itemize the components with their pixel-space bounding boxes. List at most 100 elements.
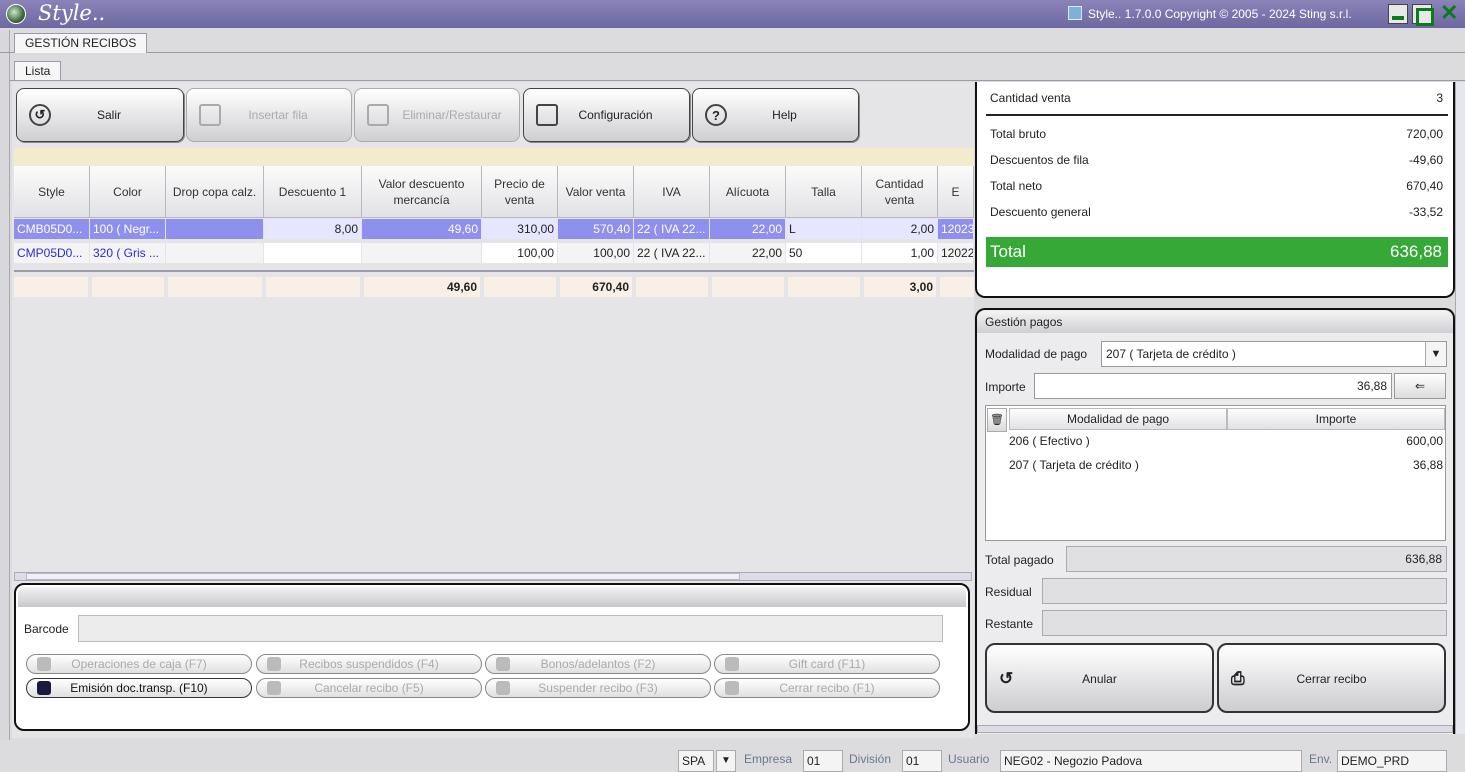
cell-precio[interactable]: 310,00 xyxy=(482,219,558,239)
salir-button[interactable]: ↺ Salir xyxy=(16,88,184,142)
cell-valor-descuento[interactable] xyxy=(362,243,482,263)
column-header-cantidad[interactable]: Cantidad venta xyxy=(862,166,938,218)
summary-neto-row: Total neto 670,40 xyxy=(990,179,1443,193)
column-header-valor-descuento[interactable]: Valor descuento mercancía xyxy=(362,166,482,218)
minimize-button[interactable] xyxy=(1388,4,1408,24)
copyright-icon xyxy=(1068,6,1082,20)
column-header-alicuota[interactable]: Alícuota xyxy=(710,166,786,218)
app-logo-icon xyxy=(6,4,26,24)
division-field: 01 xyxy=(902,750,942,772)
modalidad-select[interactable]: 207 ( Tarjeta de crédito ) xyxy=(1101,341,1447,367)
cell-valor-venta[interactable]: 570,40 xyxy=(558,219,634,239)
total-pagado-field: 636,88 xyxy=(1066,546,1447,572)
grid-scroll-thumb[interactable] xyxy=(26,573,740,580)
total-cell xyxy=(636,277,708,297)
column-header-talla[interactable]: Talla xyxy=(786,166,862,218)
column-header-color[interactable]: Color xyxy=(90,166,166,218)
payments-header-mode[interactable]: Modalidad de pago xyxy=(1009,408,1227,430)
bonos-adelantos-button[interactable]: Bonos/adelantos (F2) xyxy=(485,654,711,674)
payments-header-amount[interactable]: Importe xyxy=(1227,408,1445,430)
anular-button[interactable]: ↺ Anular xyxy=(985,643,1214,713)
suspender-recibo-button[interactable]: Suspender recibo (F3) xyxy=(485,678,711,698)
total-cell xyxy=(484,277,556,297)
column-header-style[interactable]: Style xyxy=(14,166,90,218)
cell-e[interactable]: 12023 xyxy=(938,219,974,239)
summary-desc-general-row: Descuento general -33,52 xyxy=(990,205,1443,219)
tab-gestion-recibos[interactable]: GESTIÓN RECIBOS xyxy=(14,33,148,53)
importe-label: Importe xyxy=(985,380,1026,394)
cell-drop-copa[interactable] xyxy=(166,219,264,239)
cell-iva[interactable]: 22 ( IVA 22... xyxy=(634,243,710,263)
trash-icon xyxy=(367,104,389,126)
configuracion-button[interactable]: Configuración xyxy=(523,88,690,142)
cell-descuento[interactable]: 8,00 xyxy=(264,219,362,239)
column-header-drop-copa[interactable]: Drop copa calz. xyxy=(166,166,264,218)
cell-valor-venta[interactable]: 100,00 xyxy=(558,243,634,263)
cell-e[interactable]: 12022 xyxy=(938,243,974,263)
cell-iva[interactable]: 22 ( IVA 22... xyxy=(634,219,710,239)
cell-color[interactable]: 320 ( Gris ... xyxy=(90,243,166,263)
empresa-label: Empresa xyxy=(744,752,793,766)
help-button[interactable]: ? Help xyxy=(692,88,859,142)
operaciones-caja-button[interactable]: Operaciones de caja (F7) xyxy=(26,654,252,674)
language-select[interactable]: SPA xyxy=(678,750,714,772)
summary-desc-fila-row: Descuentos de fila -49,60 xyxy=(990,153,1443,167)
column-header-iva[interactable]: IVA xyxy=(634,166,710,218)
payments-horizontal-scrollbar[interactable] xyxy=(977,725,1453,733)
cell-talla[interactable]: 50 xyxy=(786,243,862,263)
barcode-label: Barcode xyxy=(24,622,69,636)
cell-cantidad[interactable]: 1,00 xyxy=(862,243,938,263)
total-cell xyxy=(14,277,88,297)
column-header-precio[interactable]: Precio de venta xyxy=(482,166,558,218)
cancelar-recibo-button[interactable]: Cancelar recibo (F5) xyxy=(256,678,482,698)
residual-field xyxy=(1042,578,1447,604)
maximize-button[interactable] xyxy=(1412,4,1434,26)
insert-row-icon xyxy=(199,104,221,126)
cell-color[interactable]: 100 ( Negr... xyxy=(90,219,166,239)
payments-title: Gestión pagos xyxy=(985,315,1063,329)
copyright-text: Style.. 1.7.0.0 Copyright © 2005 - 2024 … xyxy=(1088,7,1352,21)
cell-drop-copa[interactable] xyxy=(166,243,264,263)
eliminar-restaurar-button[interactable]: Eliminar/Restaurar xyxy=(354,88,520,142)
voucher-icon xyxy=(496,657,510,671)
tab-lista[interactable]: Lista xyxy=(14,61,62,80)
gift-card-icon xyxy=(725,657,739,671)
trash-icon[interactable]: 🗑 xyxy=(987,408,1007,432)
cell-alicuota[interactable]: 22,00 xyxy=(710,219,786,239)
emision-doc-transp-button[interactable]: Emisión doc.transp. (F10) xyxy=(26,678,252,698)
module-tab-line xyxy=(0,52,1465,53)
close-icon[interactable]: ✕ xyxy=(1440,2,1458,24)
cell-cantidad[interactable]: 2,00 xyxy=(862,219,938,239)
cell-style[interactable]: CMB05D0... xyxy=(14,219,90,239)
right-vertical-scrollbar[interactable] xyxy=(1455,82,1465,734)
total-cell xyxy=(788,277,860,297)
column-header-descuento[interactable]: Descuento 1 xyxy=(264,166,362,218)
recibos-suspendidos-button[interactable]: Recibos suspendidos (F4) xyxy=(256,654,482,674)
cash-icon xyxy=(37,657,51,671)
cerrar-recibo-button[interactable]: ⎙ Cerrar recibo xyxy=(1217,643,1446,713)
cell-valor-descuento[interactable]: 49,60 xyxy=(362,219,482,239)
total-cell xyxy=(712,277,784,297)
cell-talla[interactable]: L xyxy=(786,219,862,239)
gift-card-button[interactable]: Gift card (F11) xyxy=(714,654,940,674)
restante-field xyxy=(1042,610,1447,636)
chevron-down-icon[interactable]: ▼ xyxy=(716,750,736,772)
payment-row[interactable]: 207 ( Tarjeta de crédito ) 36,88 xyxy=(1009,455,1443,475)
payment-row[interactable]: 206 ( Efectivo ) 600,00 xyxy=(1009,431,1443,451)
column-header-e[interactable]: E xyxy=(938,166,974,218)
insertar-fila-button[interactable]: Insertar fila xyxy=(186,88,352,142)
chevron-down-icon[interactable]: ▼ xyxy=(1425,342,1446,366)
cell-alicuota[interactable]: 22,00 xyxy=(710,243,786,263)
add-payment-icon[interactable]: ⇐ xyxy=(1394,373,1446,399)
division-label: División xyxy=(849,752,892,766)
importe-input[interactable]: 36,88 xyxy=(1034,373,1392,399)
total-cell xyxy=(92,277,164,297)
column-header-valor-venta[interactable]: Valor venta xyxy=(558,166,634,218)
cerrar-recibo-f1-button[interactable]: Cerrar recibo (F1) xyxy=(714,678,940,698)
cell-descuento[interactable] xyxy=(264,243,362,263)
barcode-input[interactable] xyxy=(78,615,943,642)
cell-style[interactable]: CMP05D0... xyxy=(14,243,90,263)
cell-precio[interactable]: 100,00 xyxy=(482,243,558,263)
env-field: DEMO_PRD xyxy=(1337,750,1447,772)
usuario-field: NEG02 - Negozio Padova xyxy=(1000,750,1302,772)
